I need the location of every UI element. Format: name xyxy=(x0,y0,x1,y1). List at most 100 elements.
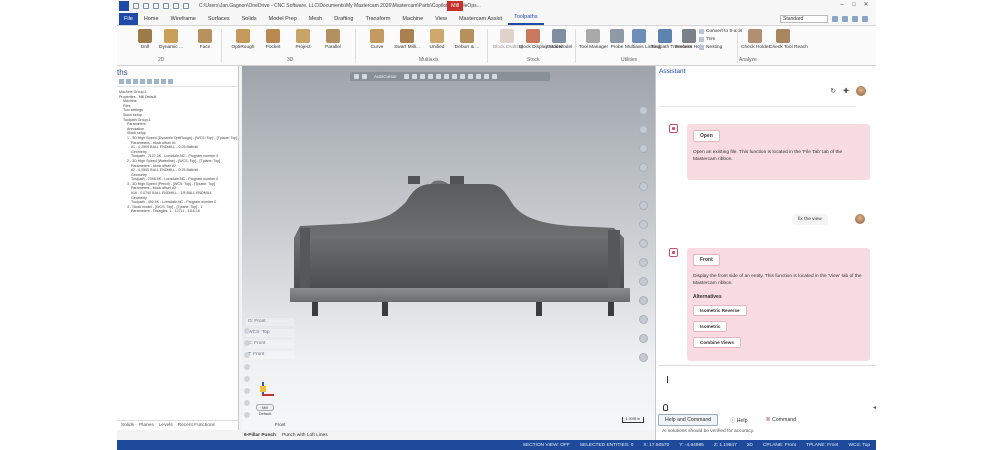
regenerate-icon[interactable] xyxy=(126,79,131,84)
undo-icon[interactable] xyxy=(173,3,179,9)
top-view-icon[interactable] xyxy=(639,220,648,229)
tab-model-prep[interactable]: Model Prep xyxy=(263,16,303,25)
move-arrow-icon[interactable] xyxy=(168,79,173,84)
zoom-window-icon[interactable] xyxy=(639,125,648,134)
nesting-button[interactable]: Nesting xyxy=(699,45,722,50)
tab-wireframe[interactable]: Wireframe xyxy=(165,16,202,25)
select-all-icon[interactable] xyxy=(119,79,124,84)
tab-solids-manager[interactable]: Solids xyxy=(121,423,134,428)
level-icon[interactable] xyxy=(244,340,250,346)
z-depth-icon[interactable] xyxy=(244,388,250,394)
assistant-input[interactable] xyxy=(658,365,876,401)
pocket-button[interactable]: Pocket xyxy=(259,29,287,50)
front-view-icon[interactable] xyxy=(639,239,648,248)
alternative-isometric-button[interactable]: Isometric xyxy=(693,321,728,332)
tools-icon[interactable] xyxy=(244,412,250,418)
gview-field[interactable]: G: Front xyxy=(246,318,294,326)
rotate-icon[interactable] xyxy=(639,182,648,191)
tab-drafting[interactable]: Drafting xyxy=(328,16,359,25)
curve-button[interactable]: Curve xyxy=(363,29,391,50)
lock-icon[interactable] xyxy=(154,79,159,84)
attribute-icon[interactable] xyxy=(244,328,250,334)
machine-chip[interactable]: Mill Default xyxy=(256,404,274,416)
alternative-isometric-reverse-button[interactable]: Isometric Reverse xyxy=(693,305,747,316)
check-tool-reach-button[interactable]: Check Tool Reach xyxy=(769,29,808,50)
viewsheet-tab[interactable]: Punch with Loft Lines xyxy=(282,433,328,438)
tab-file[interactable]: File xyxy=(119,13,138,25)
width-icon[interactable] xyxy=(244,376,250,382)
style-icon[interactable] xyxy=(244,364,250,370)
command-button-open[interactable]: Open xyxy=(693,130,720,142)
verify-icon[interactable] xyxy=(140,79,145,84)
post-icon[interactable] xyxy=(147,79,152,84)
zoom-in-icon[interactable] xyxy=(639,144,648,153)
dynamic-mill-button[interactable]: Dynamic ... xyxy=(157,29,185,50)
tab-recent-functions[interactable]: Recent Functions xyxy=(178,423,215,428)
tab-surfaces[interactable]: Surfaces xyxy=(202,16,236,25)
send-icon[interactable]: ◂ xyxy=(873,404,876,411)
microphone-icon[interactable] xyxy=(663,404,668,411)
dimension-mode[interactable]: 2D xyxy=(747,443,753,448)
new-file-icon[interactable] xyxy=(133,3,139,9)
help-icon[interactable] xyxy=(842,16,848,22)
shading-icon[interactable] xyxy=(639,277,648,286)
points-icon[interactable] xyxy=(244,400,250,406)
tab-transform[interactable]: Transform xyxy=(359,16,396,25)
info-icon[interactable] xyxy=(852,16,858,22)
deburr-button[interactable]: Deburr & ... xyxy=(453,29,481,50)
close-icon[interactable]: ✕ xyxy=(862,2,870,9)
tab-toolpaths[interactable]: Toolpaths xyxy=(508,14,544,25)
measure-icon[interactable] xyxy=(639,334,648,343)
block-display-model-button[interactable]: Block Display Model xyxy=(519,29,562,50)
standard-select[interactable]: Standard xyxy=(780,15,828,23)
project-button[interactable]: Project xyxy=(289,29,317,50)
tab-help[interactable]: ⓘ Help xyxy=(724,415,753,426)
stock-model-button[interactable]: Stock Model xyxy=(545,29,573,50)
wcs-field[interactable]: WCS: Top xyxy=(246,329,294,337)
convert-5-axis-button[interactable]: Convert to 5-axis xyxy=(699,29,742,34)
cplane-status[interactable]: CPLANE: Front xyxy=(763,443,796,448)
block-drafting-button[interactable]: Block Drafting xyxy=(493,29,523,50)
cplane-field[interactable]: C: Front xyxy=(246,340,294,348)
color-icon[interactable] xyxy=(244,352,250,358)
history-icon[interactable]: ↻ xyxy=(830,87,836,95)
iso-view-icon[interactable] xyxy=(639,258,648,267)
tplane-field[interactable]: T: Front xyxy=(246,351,294,359)
graphics-viewport[interactable]: AutoCursor G: Front WCS: Top C: Front T:… xyxy=(242,66,655,430)
tab-mastercam-assist[interactable]: Mastercam Assist xyxy=(453,16,508,25)
save-icon[interactable] xyxy=(153,3,159,9)
tab-levels[interactable]: Levels xyxy=(159,423,173,428)
open-file-icon[interactable] xyxy=(143,3,149,9)
multiaxis-linking-button[interactable]: Multiaxis Linking xyxy=(625,29,660,50)
add-chat-icon[interactable]: ✚ xyxy=(843,87,849,95)
zoom-out-icon[interactable] xyxy=(639,163,648,172)
tab-mesh[interactable]: Mesh xyxy=(303,16,328,25)
tab-view[interactable]: View xyxy=(429,16,453,25)
optirough-button[interactable]: OptiRough xyxy=(229,29,257,50)
tab-home[interactable]: Home xyxy=(138,16,165,25)
tree-item[interactable]: 1 - 3D High Speed (Dynamic OptiRough) - … xyxy=(117,136,238,141)
face-button[interactable]: Face xyxy=(191,29,219,50)
tab-command[interactable]: ⌘ Command xyxy=(759,415,802,425)
unified-button[interactable]: Unified xyxy=(423,29,451,50)
clear-colors-icon[interactable] xyxy=(639,353,648,362)
maximize-icon[interactable]: □ xyxy=(850,2,858,9)
wcs-status[interactable]: WCS: Top xyxy=(848,443,870,448)
check-holder-button[interactable]: Check Holder xyxy=(741,29,770,50)
drill-button[interactable]: Drill xyxy=(131,29,159,50)
print-icon[interactable] xyxy=(163,3,169,9)
collapse-ribbon-icon[interactable] xyxy=(862,16,868,22)
parallel-button[interactable]: Parallel xyxy=(319,29,347,50)
tplane-status[interactable]: TPLANE: Front xyxy=(806,443,839,448)
redo-icon[interactable] xyxy=(183,3,189,9)
section-view-icon[interactable] xyxy=(639,315,648,324)
tree-item[interactable]: 2 - 3D High Speed (Waterline) - [WCS: To… xyxy=(117,159,238,164)
toggle-display-icon[interactable] xyxy=(161,79,166,84)
zoom-fit-icon[interactable] xyxy=(639,106,648,115)
section-view-status[interactable]: SECTION VIEW: OFF xyxy=(523,443,570,448)
pan-icon[interactable] xyxy=(639,201,648,210)
tab-planes[interactable]: Planes xyxy=(139,423,154,428)
settings-icon[interactable] xyxy=(832,16,838,22)
part-model[interactable] xyxy=(242,66,655,430)
command-button-front[interactable]: Front xyxy=(693,254,720,266)
